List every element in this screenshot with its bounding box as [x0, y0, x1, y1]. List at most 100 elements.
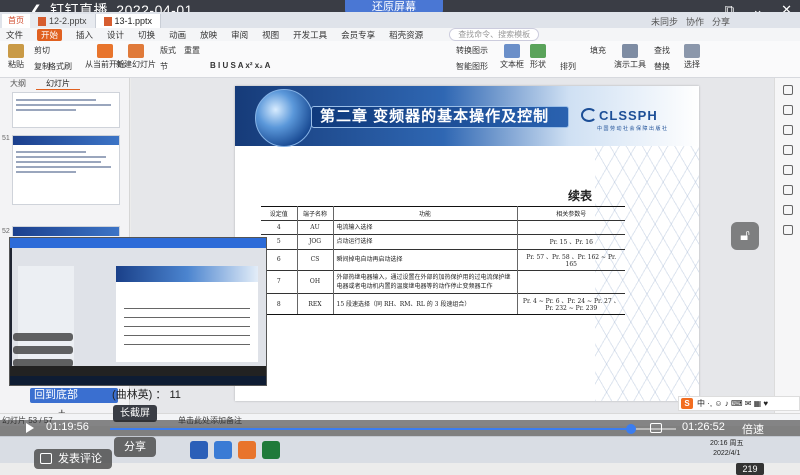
presenter-video-window[interactable]	[9, 237, 267, 386]
continued-table-label: 续表	[568, 189, 593, 203]
style-icon[interactable]	[782, 85, 793, 95]
post-comment-button[interactable]: 发表评论	[34, 449, 112, 469]
menu-docer[interactable]: 稻壳资源	[389, 29, 423, 41]
fill-button[interactable]: 填充	[590, 45, 606, 56]
table-row: 4 AU 电流输入选择	[261, 219, 625, 235]
seek-handle[interactable]	[625, 424, 636, 434]
layers-icon[interactable]	[782, 205, 793, 215]
share-icon[interactable]	[782, 185, 793, 195]
font-format-buttons[interactable]: B I U S A x² x₂ A	[210, 61, 270, 70]
menu-animation[interactable]: 动画	[169, 29, 186, 41]
command-search-input[interactable]: 查找命令、搜索模板	[449, 28, 540, 41]
chapter-title: 第二章 变频器的基本操作及控制	[311, 106, 569, 128]
table-cell: 外部热继电器输入，通过设置在外部的加热保护用的过电流保护继电器或者电动机内置的温…	[333, 269, 518, 294]
menu-transition[interactable]: 切换	[138, 29, 155, 41]
animation-icon[interactable]	[782, 145, 793, 155]
text-box-button[interactable]: 文本框	[500, 44, 524, 70]
doc-tab-13-1[interactable]: 13-1.pptx	[95, 14, 162, 28]
current-slide[interactable]: 第二章 变频器的基本操作及控制 CLSSPH 中国劳动社会保障出版社 续表 设定…	[235, 86, 699, 401]
comment-icon	[40, 453, 52, 464]
table-cell: Pr. 57 、Pr. 58 、Pr. 162 ~ Pr. 165	[517, 248, 625, 271]
fullscreen-icon[interactable]	[650, 423, 662, 433]
presenter-icon	[622, 44, 638, 58]
table-cell: OH	[297, 269, 334, 294]
table-cell: JOG	[297, 234, 334, 250]
table-cell: 电流输入选择	[333, 219, 518, 235]
settings-icon[interactable]	[782, 125, 793, 135]
cut-button[interactable]: 剪切	[34, 45, 50, 56]
menu-view[interactable]: 视图	[262, 29, 279, 41]
table-cell: Pr. 15 、Pr. 16	[517, 234, 625, 250]
select-button[interactable]: 选择	[684, 44, 700, 70]
speed-button[interactable]: 倍速	[742, 421, 764, 437]
publisher-logo: CLSSPH	[581, 108, 658, 123]
table-header: 端子名称	[297, 206, 334, 221]
menu-member[interactable]: 会员专享	[341, 29, 375, 41]
sogou-ime-icon: S	[681, 398, 693, 409]
paste-button[interactable]: 粘贴	[8, 44, 24, 70]
shape-icon	[530, 44, 546, 58]
table-header: 功能	[333, 206, 518, 221]
table-row: 8 REX 15 段速选择（同 RH、RM、RL 的 3 段速组合） Pr. 4…	[261, 293, 625, 316]
table-cell: CS	[297, 248, 334, 271]
menu-dev-tools[interactable]: 开发工具	[293, 29, 327, 41]
share-doc-button[interactable]: 分享	[712, 15, 730, 28]
section-button[interactable]: 节	[160, 61, 168, 72]
ime-toolbar[interactable]: S 中 ·, ☺ ♪ ⌨ ✉ ▦ ♥	[678, 396, 800, 411]
convert-diagram-button[interactable]: 转换图示	[456, 45, 488, 56]
table-cell: 4	[261, 219, 298, 235]
publisher-logo-subtitle: 中国劳动社会保障出版社	[597, 126, 669, 132]
table-header: 设定值	[261, 206, 298, 221]
table-row: 7 OH 外部热继电器输入，通过设置在外部的加热保护用的过电流保护继电器或者电动…	[261, 269, 625, 294]
format-painter-button[interactable]: 格式刷	[48, 61, 72, 72]
doc-tab-12-2[interactable]: 12-2.pptx	[30, 14, 96, 28]
shape-button[interactable]: 形状	[530, 44, 546, 70]
slide-thumbnail[interactable]	[12, 135, 120, 205]
menu-insert[interactable]: 插入	[76, 29, 93, 41]
presenter-tools-button[interactable]: 演示工具	[614, 44, 646, 70]
table-cell: REX	[297, 293, 334, 316]
unsynced-status[interactable]: 未同步	[651, 15, 678, 28]
pip-title-bar	[10, 238, 266, 248]
slide-thumbnail[interactable]	[12, 226, 120, 236]
slides-tab[interactable]: 幻灯片	[36, 78, 80, 90]
menu-start[interactable]: 开始	[37, 28, 63, 41]
play-icon[interactable]	[26, 423, 34, 433]
ribbon-toolbar: 粘贴 剪切 复制 格式刷 从当前开始 新建幻灯片 版式 节 重置 B I U S…	[0, 41, 800, 78]
playback-bar: 01:19:56 01:26:52 倍速	[0, 420, 800, 436]
terminal-function-table: 设定值 端子名称 功能 相关参数号 4 AU 电流输入选择 5 JOG 点动运行…	[261, 206, 625, 316]
menu-slideshow[interactable]: 放映	[200, 29, 217, 41]
comment-bar: 发表评论	[0, 445, 800, 475]
menu-file[interactable]: 文件	[6, 29, 23, 41]
layout-button[interactable]: 版式	[160, 45, 176, 56]
table-cell: Pr. 4 ~ Pr. 6 、Pr. 24 ~ Pr. 27 、Pr. 232 …	[517, 293, 625, 316]
find-button[interactable]: 查找	[654, 45, 670, 56]
text-box-icon	[504, 44, 520, 58]
table-cell	[517, 269, 625, 294]
table-cell: AU	[297, 219, 334, 235]
seek-progress	[110, 428, 631, 430]
back-to-bottom-button[interactable]: 回到底部	[30, 388, 118, 403]
shape-format-icon[interactable]	[782, 105, 793, 115]
slide-thumbnail[interactable]	[12, 92, 120, 128]
outline-tab[interactable]: 大纲	[0, 78, 36, 90]
ime-mode-icons: 中 ·, ☺ ♪ ⌨ ✉ ▦ ♥	[697, 399, 769, 408]
table-cell	[517, 219, 625, 235]
globe-graphic	[255, 89, 313, 147]
total-time: 01:26:52	[682, 421, 725, 433]
new-slide-button[interactable]: 新建幻灯片	[116, 44, 156, 70]
reset-button[interactable]: 重置	[184, 45, 200, 56]
transition-icon[interactable]	[782, 165, 793, 175]
arrange-button[interactable]: 排列	[560, 61, 576, 72]
collab-button[interactable]: 协作	[686, 15, 704, 28]
location-icon[interactable]	[782, 225, 793, 235]
menu-design[interactable]: 设计	[107, 29, 124, 41]
lock-screen-icon[interactable]: 🔓︎	[731, 222, 759, 250]
home-tab[interactable]: 首页	[2, 14, 30, 28]
replace-button[interactable]: 替换	[654, 61, 670, 72]
menu-review[interactable]: 审阅	[231, 29, 248, 41]
seek-track[interactable]	[110, 424, 676, 434]
table-row: 5 JOG 点动运行选择 Pr. 15 、Pr. 16	[261, 234, 625, 250]
slide-number: 51	[2, 135, 10, 142]
smart-shape-button[interactable]: 智能图形	[456, 61, 488, 72]
